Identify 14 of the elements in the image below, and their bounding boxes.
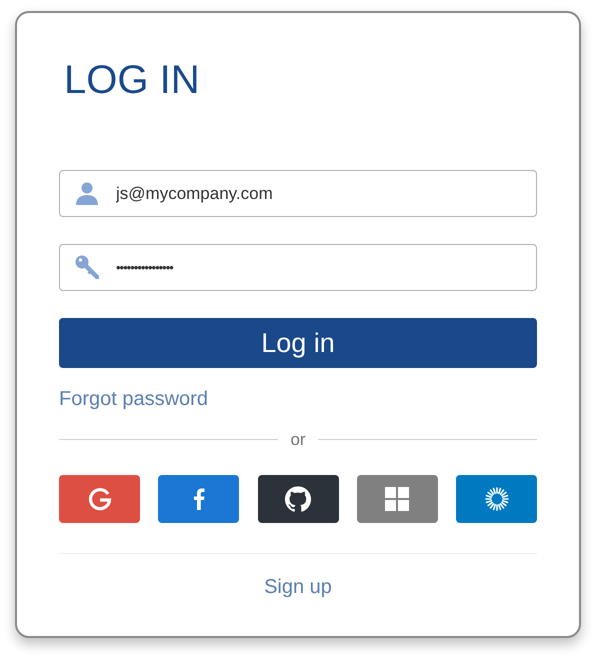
forgot-password-link[interactable]: Forgot password <box>59 387 208 411</box>
g-letter-icon <box>88 486 112 510</box>
four-squares-icon <box>385 486 410 510</box>
cat-silhouette-icon <box>285 486 311 512</box>
or-divider-label: or <box>290 429 306 451</box>
sunburst-icon <box>484 486 508 510</box>
login-title: LOG IN <box>64 58 200 102</box>
social-login-button[interactable] <box>258 474 338 522</box>
sign-up-link[interactable]: Sign up <box>264 574 332 598</box>
login-button[interactable]: Log in <box>59 318 537 368</box>
password-field[interactable]: •••••••••••••••• <box>59 244 537 291</box>
person-icon <box>75 181 99 205</box>
f-letter-icon <box>192 488 205 510</box>
key-icon <box>75 255 99 279</box>
